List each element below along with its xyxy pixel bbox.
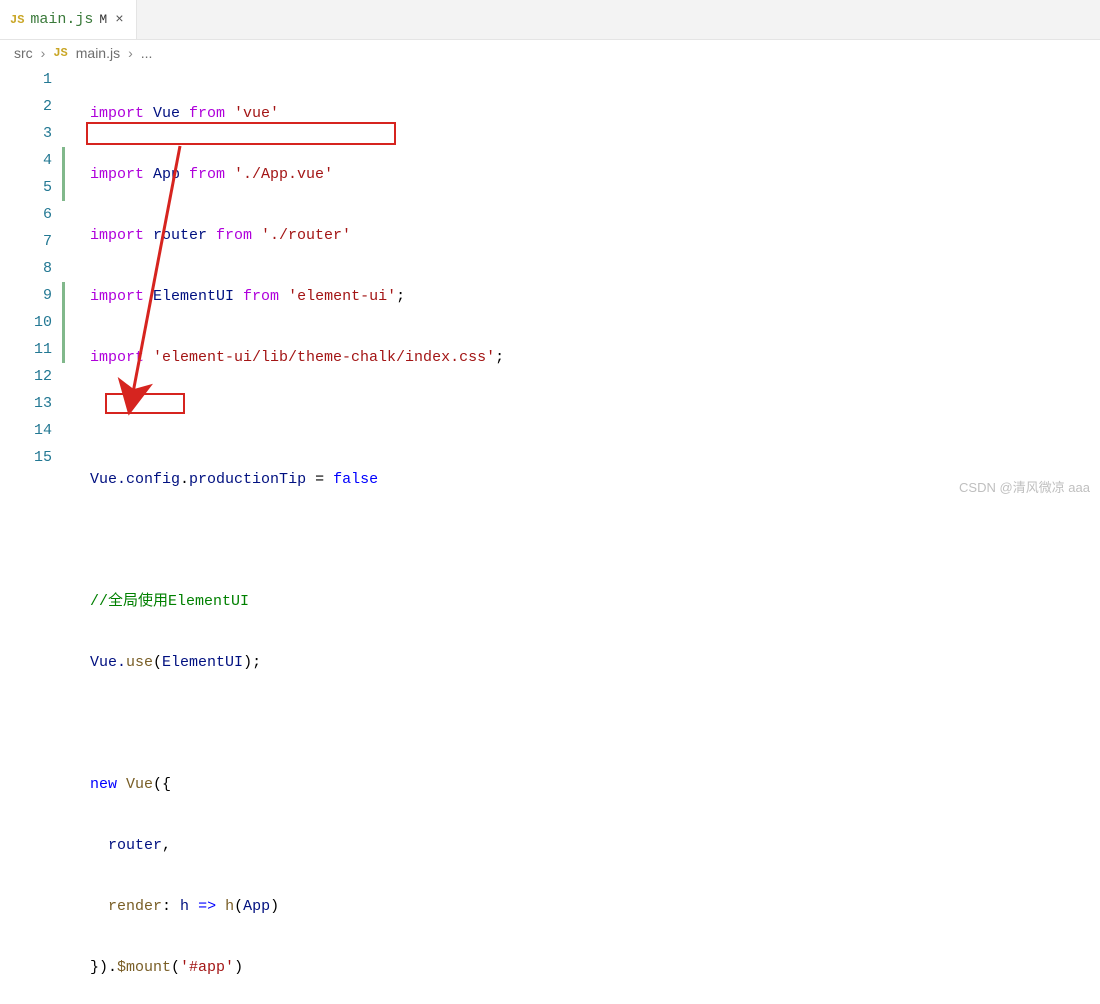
- tab-modified-indicator: M: [99, 12, 107, 27]
- line-number: 10: [0, 309, 52, 336]
- tab-bar: JS main.js M ×: [0, 0, 1100, 40]
- modified-marker: [62, 282, 65, 363]
- code-line[interactable]: import App from './App.vue': [90, 161, 504, 188]
- close-icon[interactable]: ×: [113, 12, 125, 28]
- line-number: 12: [0, 363, 52, 390]
- line-number: 4: [0, 147, 52, 174]
- code-line[interactable]: [90, 405, 504, 432]
- line-number: 11: [0, 336, 52, 363]
- tab-filename: main.js: [30, 11, 93, 28]
- line-number: 9: [0, 282, 52, 309]
- code-editor[interactable]: 1 2 3 4 5 6 7 8 9 10 11 12 13 14 15 impo…: [0, 66, 1100, 1004]
- line-number: 6: [0, 201, 52, 228]
- line-number: 2: [0, 93, 52, 120]
- chevron-right-icon: ›: [41, 45, 46, 61]
- line-number: 13: [0, 390, 52, 417]
- code-line[interactable]: import Vue from 'vue': [90, 100, 504, 127]
- code-content[interactable]: import Vue from 'vue' import App from '.…: [68, 66, 504, 1004]
- code-line[interactable]: [90, 710, 504, 737]
- line-number-gutter: 1 2 3 4 5 6 7 8 9 10 11 12 13 14 15: [0, 66, 62, 1004]
- code-line[interactable]: //全局使用ElementUI: [90, 588, 504, 615]
- line-number: 14: [0, 417, 52, 444]
- code-line[interactable]: }).$mount('#app'): [90, 954, 504, 981]
- line-number: 8: [0, 255, 52, 282]
- line-number: 1: [0, 66, 52, 93]
- code-line[interactable]: [90, 527, 504, 554]
- line-number: 7: [0, 228, 52, 255]
- js-file-icon: JS: [53, 46, 67, 60]
- line-number: 5: [0, 174, 52, 201]
- modified-marker: [62, 147, 65, 201]
- breadcrumb-segment[interactable]: main.js: [76, 45, 120, 61]
- line-number: 15: [0, 444, 52, 471]
- code-line[interactable]: import router from './router': [90, 222, 504, 249]
- chevron-right-icon: ›: [128, 45, 133, 61]
- breadcrumb-segment[interactable]: ...: [141, 45, 153, 61]
- modification-bar: [62, 66, 68, 1004]
- code-line[interactable]: router,: [90, 832, 504, 859]
- line-number: 3: [0, 120, 52, 147]
- breadcrumb[interactable]: src › JS main.js › ...: [0, 40, 1100, 66]
- code-line[interactable]: import 'element-ui/lib/theme-chalk/index…: [90, 344, 504, 371]
- code-line[interactable]: new Vue({: [90, 771, 504, 798]
- code-line[interactable]: render: h => h(App): [90, 893, 504, 920]
- js-file-icon: JS: [10, 13, 24, 27]
- editor-tab[interactable]: JS main.js M ×: [0, 0, 137, 39]
- breadcrumb-segment[interactable]: src: [14, 45, 33, 61]
- watermark: CSDN @清风微凉 aaa: [959, 477, 1090, 496]
- code-line[interactable]: import ElementUI from 'element-ui';: [90, 283, 504, 310]
- code-line[interactable]: Vue.config.productionTip = false: [90, 466, 504, 493]
- code-line[interactable]: Vue.use(ElementUI);: [90, 649, 504, 676]
